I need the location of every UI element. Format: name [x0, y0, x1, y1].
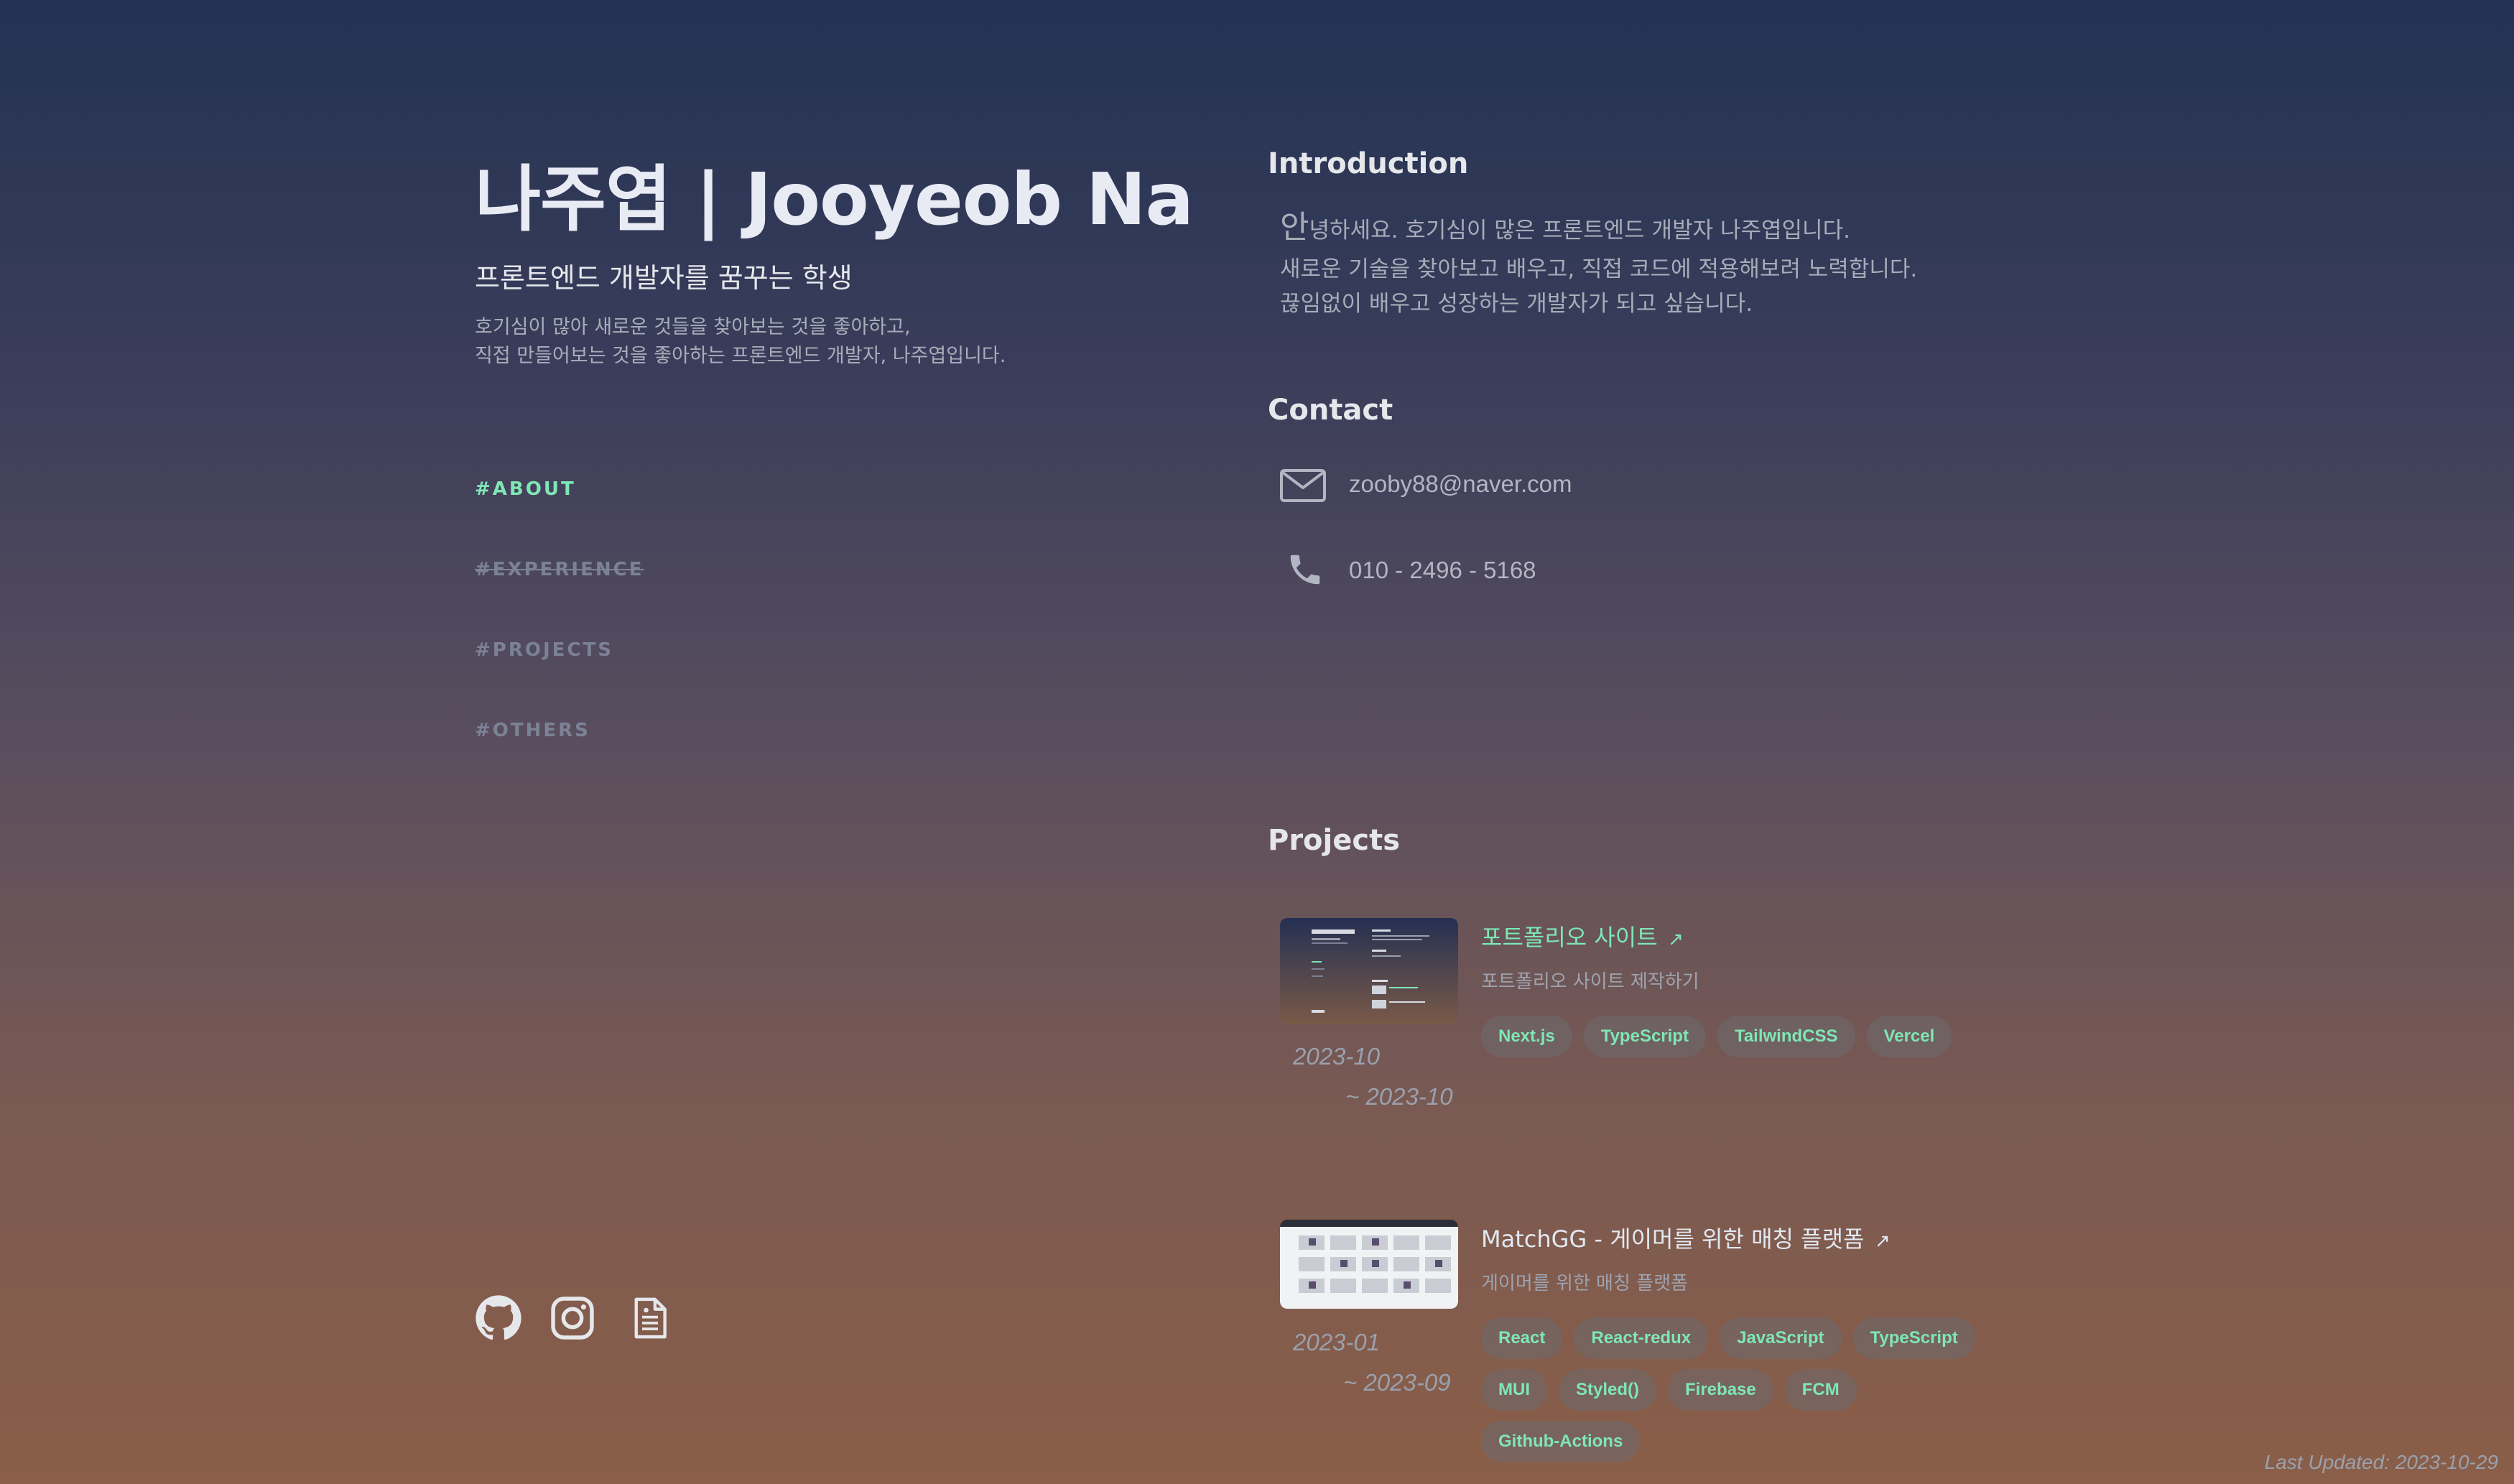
project-end-date: ~ 2023-10	[1345, 1083, 1453, 1110]
tag: Next.js	[1481, 1016, 1572, 1057]
nav-experience[interactable]: #EXPERIENCE	[475, 559, 644, 580]
page-subtitle: 프론트엔드 개발자를 꿈꾸는 학생	[475, 262, 853, 294]
tag: Styled()	[1559, 1369, 1657, 1411]
project-title-link[interactable]: 포트폴리오 사이트 ↗	[1481, 919, 1684, 952]
tag: JavaScript	[1720, 1317, 1842, 1359]
introduction-line-3: 끊임없이 배우고 성장하는 개발자가 되고 싶습니다.	[1280, 291, 1753, 317]
tag-list: MUI Styled() Firebase FCM	[1481, 1369, 1868, 1411]
page-title: 나주엽 | Jooyeob Na	[475, 157, 1194, 241]
nav-about[interactable]: #ABOUT	[475, 478, 576, 500]
intro-first-char: 안	[1280, 209, 1309, 246]
nav-projects[interactable]: #PROJECTS	[475, 639, 613, 661]
phone-icon	[1290, 555, 1320, 585]
tag: TailwindCSS	[1717, 1016, 1855, 1057]
tag-list: Github-Actions	[1481, 1421, 1651, 1462]
github-icon[interactable]	[475, 1294, 522, 1342]
project-thumbnail	[1280, 1220, 1458, 1309]
tag: TypeScript	[1852, 1317, 1975, 1359]
project-title: MatchGG - 게이머를 위한 매칭 플랫폼	[1481, 1225, 1865, 1253]
intro-line-1-text: 녕하세요. 호기심이 많은 프론트엔드 개발자 나주엽입니다.	[1309, 218, 1850, 244]
projects-heading: Projects	[1268, 824, 1401, 857]
project-start-date: 2023-01	[1293, 1329, 1381, 1355]
contact-heading: Contact	[1268, 394, 1393, 427]
tag: Vercel	[1866, 1016, 1952, 1057]
introduction-line-2: 새로운 기술을 찾아보고 배우고, 직접 코드에 적용해보려 노력합니다.	[1280, 256, 1918, 282]
description-line-1: 호기심이 많아 새로운 것들을 찾아보는 것을 좋아하고,	[475, 316, 911, 338]
tag: FCM	[1784, 1369, 1857, 1411]
tag: MUI	[1481, 1369, 1547, 1411]
tag: Firebase	[1668, 1369, 1773, 1411]
tag-list: React React-redux JavaScript TypeScript	[1481, 1317, 1987, 1359]
tag: React-redux	[1574, 1317, 1709, 1359]
description-line-2: 직접 만들어보는 것을 좋아하는 프론트엔드 개발자, 나주엽입니다.	[475, 345, 1006, 367]
mail-icon	[1280, 469, 1326, 502]
external-link-icon: ↗	[1874, 1230, 1891, 1252]
email-link[interactable]: zooby88@naver.com	[1349, 470, 1572, 498]
project-title-link[interactable]: MatchGG - 게이머를 위한 매칭 플랫폼 ↗	[1481, 1221, 1891, 1254]
tag: React	[1481, 1317, 1563, 1359]
introduction-heading: Introduction	[1268, 147, 1469, 180]
project-end-date: ~ 2023-09	[1343, 1369, 1451, 1396]
tag: TypeScript	[1583, 1016, 1706, 1057]
project-title: 포트폴리오 사이트	[1481, 924, 1658, 951]
project-description: 포트폴리오 사이트 제작하기	[1481, 971, 1699, 993]
tag: Github-Actions	[1481, 1421, 1641, 1462]
tag-list: Next.js TypeScript TailwindCSS Vercel	[1481, 1016, 1963, 1057]
introduction-line-1: 안녕하세요. 호기심이 많은 프론트엔드 개발자 나주엽입니다.	[1280, 210, 1850, 249]
project-thumbnail	[1280, 918, 1458, 1024]
project-start-date: 2023-10	[1293, 1043, 1381, 1070]
external-link-icon: ↗	[1668, 929, 1684, 950]
last-updated: Last Updated: 2023-10-29	[2264, 1451, 2498, 1473]
project-description: 게이머를 위한 매칭 플랫폼	[1481, 1273, 1688, 1294]
document-icon[interactable]	[626, 1294, 674, 1342]
instagram-icon[interactable]	[549, 1294, 596, 1342]
phone-number[interactable]: 010 - 2496 - 5168	[1349, 557, 1536, 584]
nav-others[interactable]: #OTHERS	[475, 720, 590, 741]
